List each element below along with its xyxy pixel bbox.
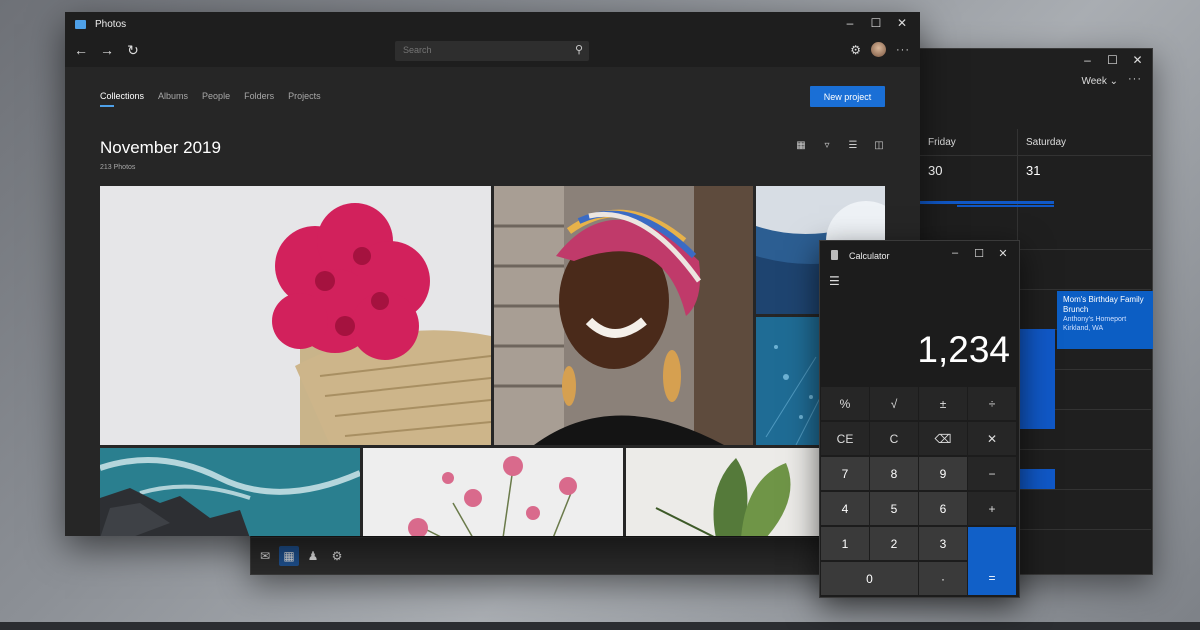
divide-key[interactable]: ÷ xyxy=(968,387,1016,420)
view-options: ▦ ▿ ☰ ◫ xyxy=(795,140,885,151)
close-button[interactable]: ✕ xyxy=(1129,53,1146,67)
ocean-rocks-image xyxy=(100,448,360,536)
calendar-icon[interactable]: ▦ xyxy=(279,546,299,566)
slideshow-icon[interactable]: ◫ xyxy=(873,140,885,151)
photos-window: Photos – ☐ ✕ ← → ↻ ⚲ ⚙ ··· Collections A… xyxy=(65,12,920,536)
search-icon[interactable]: ⚲ xyxy=(575,43,583,56)
photo-count: 213 Photos xyxy=(100,164,136,171)
digit-2-key[interactable]: 2 xyxy=(870,527,918,560)
day-name: Friday xyxy=(928,137,956,148)
photo-tile-ocean-rocks[interactable] xyxy=(100,448,360,536)
multiply-key[interactable]: ✕ xyxy=(968,422,1016,455)
event-block[interactable] xyxy=(1019,329,1055,429)
photos-app-icon xyxy=(75,20,86,29)
settings-gear-icon[interactable]: ⚙ xyxy=(850,43,861,57)
photo-tile-woman-portrait[interactable] xyxy=(494,186,753,445)
chevron-down-icon: ⌄ xyxy=(1109,76,1118,87)
gear-icon[interactable]: ⚙ xyxy=(327,546,347,566)
event-title: Mom's Birthday Family Brunch xyxy=(1063,295,1144,314)
more-options-button[interactable]: ··· xyxy=(896,44,910,56)
close-button[interactable]: ✕ xyxy=(894,16,910,30)
page-title: November 2019 xyxy=(100,138,221,157)
tab-folders[interactable]: Folders xyxy=(244,91,274,107)
decimal-key[interactable]: · xyxy=(919,562,967,595)
navigation-buttons: ← → ↻ xyxy=(73,42,141,59)
day-number: 30 xyxy=(928,163,943,178)
view-selector[interactable]: Week ⌄ xyxy=(1081,76,1118,87)
woman-portrait-image xyxy=(494,186,753,445)
new-project-button[interactable]: New project xyxy=(810,86,885,107)
back-arrow-icon[interactable]: ← xyxy=(73,42,89,59)
digit-3-key[interactable]: 3 xyxy=(919,527,967,560)
photos-content: Collections Albums People Folders Projec… xyxy=(65,67,920,536)
tab-projects[interactable]: Projects xyxy=(288,91,321,107)
all-day-event-bar[interactable] xyxy=(957,205,1054,207)
calendar-app-bar: ✉ ▦ ♟ ⚙ xyxy=(251,537,821,574)
square-root-key[interactable]: √ xyxy=(870,387,918,420)
day-name: Saturday xyxy=(1026,137,1067,148)
event-block[interactable] xyxy=(1019,469,1055,489)
grid-line xyxy=(919,155,1151,156)
tab-albums[interactable]: Albums xyxy=(158,91,188,107)
calculator-window-controls: – ☐ ✕ xyxy=(947,247,1011,260)
tab-people[interactable]: People xyxy=(202,91,230,107)
minimize-button[interactable]: – xyxy=(947,247,963,260)
forward-arrow-icon[interactable]: → xyxy=(99,42,115,59)
calculator-window: Calculator – ☐ ✕ ☰ 1,234 % √ ± ÷ CE C ⌫ … xyxy=(819,240,1020,598)
collection-tabs: Collections Albums People Folders Projec… xyxy=(100,91,321,107)
digit-5-key[interactable]: 5 xyxy=(870,492,918,525)
clear-entry-key[interactable]: CE xyxy=(821,422,869,455)
filter-icon[interactable]: ▿ xyxy=(821,140,833,151)
maximize-button[interactable]: ☐ xyxy=(868,16,884,30)
percent-key[interactable]: % xyxy=(821,387,869,420)
minimize-button[interactable]: – xyxy=(1079,53,1096,67)
add-key[interactable]: + xyxy=(968,492,1016,525)
maximize-button[interactable]: ☐ xyxy=(971,247,987,260)
digit-8-key[interactable]: 8 xyxy=(870,457,918,490)
desktop-taskbar-edge xyxy=(0,622,1200,630)
search-box: ⚲ xyxy=(395,41,589,61)
list-icon[interactable]: ☰ xyxy=(847,140,859,151)
pink-blossoms-image xyxy=(363,448,623,536)
grid-icon[interactable]: ▦ xyxy=(795,140,807,151)
people-icon[interactable]: ♟ xyxy=(303,546,323,566)
backspace-key[interactable]: ⌫ xyxy=(919,422,967,455)
digit-4-key[interactable]: 4 xyxy=(821,492,869,525)
flowers-basket-image xyxy=(100,186,491,445)
avatar[interactable] xyxy=(871,42,886,57)
event-city: Kirkland, WA xyxy=(1063,325,1104,332)
photos-window-controls: – ☐ ✕ xyxy=(842,16,910,30)
event-location: Anthony's Homeport xyxy=(1063,316,1127,323)
calculator-display: 1,234 xyxy=(917,329,1010,370)
plus-minus-key[interactable]: ± xyxy=(919,387,967,420)
header-actions: ⚙ ··· xyxy=(850,42,910,57)
hamburger-menu-icon[interactable]: ☰ xyxy=(829,274,840,288)
mail-icon[interactable]: ✉ xyxy=(255,546,275,566)
window-title: Photos xyxy=(95,19,127,30)
calendar-window-controls: – ☐ ✕ xyxy=(1079,53,1146,67)
digit-7-key[interactable]: 7 xyxy=(821,457,869,490)
calendar-event[interactable]: Mom's Birthday Family Brunch Anthony's H… xyxy=(1057,291,1153,349)
tab-collections[interactable]: Collections xyxy=(100,91,144,107)
maximize-button[interactable]: ☐ xyxy=(1104,53,1121,67)
more-options-button[interactable]: ··· xyxy=(1128,73,1142,85)
equals-key[interactable]: = xyxy=(968,527,1016,595)
refresh-icon[interactable]: ↻ xyxy=(125,42,141,59)
clear-key[interactable]: C xyxy=(870,422,918,455)
digit-0-key[interactable]: 0 xyxy=(821,562,918,595)
digit-9-key[interactable]: 9 xyxy=(919,457,967,490)
day-number: 31 xyxy=(1026,163,1041,178)
photo-tile-flowers-basket[interactable] xyxy=(100,186,491,445)
minimize-button[interactable]: – xyxy=(842,16,858,30)
window-title: Calculator xyxy=(849,251,890,261)
calculator-app-icon xyxy=(831,250,838,260)
digit-6-key[interactable]: 6 xyxy=(919,492,967,525)
subtract-key[interactable]: − xyxy=(968,457,1016,490)
digit-1-key[interactable]: 1 xyxy=(821,527,869,560)
photo-tile-pink-blossoms[interactable] xyxy=(363,448,623,536)
all-day-event-bar[interactable] xyxy=(920,201,1054,204)
close-button[interactable]: ✕ xyxy=(995,247,1011,260)
search-input[interactable] xyxy=(401,44,565,56)
view-selector-label: Week xyxy=(1081,76,1107,87)
